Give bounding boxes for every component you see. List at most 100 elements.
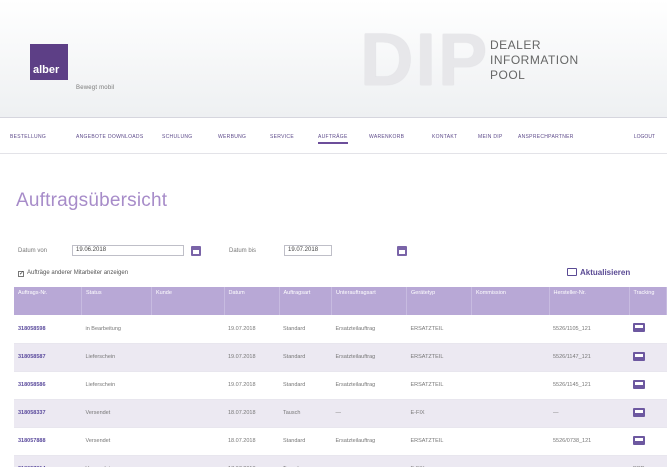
alber-logo[interactable]: alber [30, 44, 68, 80]
order-device-type: ERSATZTEIL [406, 343, 472, 372]
orders-table: Auftrags-Nr. Status Kunde Datum Auftrags… [14, 287, 667, 467]
order-customer [151, 399, 224, 428]
checkbox-label: Aufträge anderer Mitarbeiter anzeigen [27, 270, 129, 276]
order-manufacturer-no: 5526/1145_121 [549, 371, 629, 400]
order-customer [151, 343, 224, 372]
order-type: Standard [279, 427, 332, 456]
order-commission [471, 455, 549, 467]
truck-icon[interactable] [633, 435, 645, 445]
table-row[interactable]: 318057814 Versendet 17.07.2018 Tausch — … [14, 455, 667, 467]
tracking-cell[interactable] [629, 343, 667, 372]
nav-item-mein-dip[interactable]: MEIN DIP [478, 134, 503, 140]
dip-wordmark: DIP [360, 18, 490, 101]
tracking-cell[interactable] [629, 427, 667, 456]
order-device-type: ERSATZTEIL [406, 371, 472, 400]
order-number[interactable]: 318058598 [14, 315, 82, 344]
table-row[interactable]: 318058598 in Bearbeitung 19.07.2018 Stan… [14, 315, 667, 344]
logo-subtitle: Bewegt mobil [76, 85, 115, 91]
order-type: Tausch [279, 455, 332, 467]
order-subtype: Ersatzteilauftrag [331, 343, 407, 372]
refresh-button[interactable]: Aktualisieren [567, 268, 630, 277]
order-commission [471, 399, 549, 428]
order-status: Versendet [81, 455, 152, 467]
order-type: Standard [279, 315, 332, 344]
column-header-manufacturer-no[interactable]: Hersteller-Nr. [549, 287, 630, 315]
order-status: in Bearbeitung [81, 315, 152, 344]
table-row[interactable]: 318058587 Lieferschein 19.07.2018 Standa… [14, 343, 667, 372]
order-status: Lieferschein [81, 343, 152, 372]
truck-icon[interactable] [633, 323, 645, 333]
order-date: 18.07.2018 [224, 399, 279, 428]
order-number[interactable]: 318058337 [14, 399, 82, 428]
table-row[interactable]: 318057888 Versendet 18.07.2018 Standard … [14, 427, 667, 456]
column-header-status[interactable]: Status [81, 287, 152, 315]
refresh-icon [567, 268, 577, 276]
order-status: Versendet [81, 399, 152, 428]
column-header-commission[interactable]: Kommission [471, 287, 550, 315]
order-subtype: — [331, 399, 407, 428]
other-employees-checkbox[interactable]: ✓ Aufträge anderer Mitarbeiter anzeigen [18, 270, 128, 277]
truck-icon[interactable] [633, 407, 645, 417]
dip-sub-line-3: POOL [490, 68, 526, 82]
order-type: Tausch [279, 399, 332, 428]
order-number[interactable]: 318058586 [14, 371, 82, 400]
order-subtype: Ersatzteilauftrag [331, 427, 407, 456]
app-header: alber Bewegt mobil DIP DEALER INFORMATIO… [0, 0, 667, 118]
column-header-sub-order-type[interactable]: Unterauftragsart [331, 287, 407, 315]
dip-sub-line-1: DEALER [490, 38, 542, 52]
logo-text: alber [33, 64, 60, 76]
calendar-icon[interactable] [397, 246, 407, 256]
tracking-cell[interactable] [629, 371, 667, 400]
table-row[interactable]: 318058337 Versendet 18.07.2018 Tausch — … [14, 399, 667, 428]
nav-item-schulung[interactable]: SCHULUNG [162, 134, 192, 140]
order-device-type: ERSATZTEIL [406, 315, 472, 344]
order-date: 18.07.2018 [224, 427, 279, 456]
column-header-customer[interactable]: Kunde [151, 287, 225, 315]
order-number[interactable]: 318057814 [14, 455, 82, 467]
order-device-type: ERSATZTEIL [406, 427, 472, 456]
page-title: Auftragsübersicht [16, 190, 168, 211]
order-subtype: Ersatzteilauftrag [331, 315, 407, 344]
nav-item-werbung[interactable]: WERBUNG [218, 134, 246, 140]
column-header-date[interactable]: Datum [224, 287, 280, 315]
column-header-order-type[interactable]: Auftragsart [279, 287, 332, 315]
order-device-type: E-FIX [406, 399, 472, 428]
checkbox-icon[interactable]: ✓ [18, 271, 24, 277]
date-from-label: Datum von [18, 248, 48, 254]
nav-item-bestellung[interactable]: BESTELLUNG [10, 134, 46, 140]
truck-icon[interactable] [633, 379, 645, 389]
truck-icon[interactable] [633, 351, 645, 361]
nav-item-ansprechpartner[interactable]: ANSPRECHPARTNER [518, 134, 574, 140]
order-number[interactable]: 318058587 [14, 343, 82, 372]
column-header-tracking[interactable]: Tracking [629, 287, 667, 315]
order-type: Standard [279, 371, 332, 400]
logout-link[interactable]: LOGOUT [634, 134, 655, 140]
date-to-field[interactable]: 19.07.2018 [284, 245, 332, 256]
nav-item-kontakt[interactable]: KONTAKT [432, 134, 457, 140]
nav-item-warenkorb[interactable]: WARENKORB [369, 134, 404, 140]
nav-item-angebote[interactable]: ANGEBOTE [76, 134, 106, 140]
order-type: Standard [279, 343, 332, 372]
column-header-device-type[interactable]: Gerätetyp [406, 287, 472, 315]
date-from-field[interactable]: 19.06.2018 [72, 245, 184, 256]
table-header-row: Auftrags-Nr. Status Kunde Datum Auftrags… [14, 287, 667, 315]
tracking-cell[interactable] [629, 315, 667, 344]
nav-item-service[interactable]: SERVICE [270, 134, 294, 140]
nav-item-downloads[interactable]: DOWNLOADS [108, 134, 143, 140]
table-row[interactable]: 318058586 Lieferschein 19.07.2018 Standa… [14, 371, 667, 400]
order-date: 19.07.2018 [224, 371, 279, 400]
order-commission [471, 371, 549, 400]
calendar-icon[interactable] [191, 246, 201, 256]
tracking-cell[interactable]: DPD [629, 455, 667, 467]
order-manufacturer-no: 5526/1105_121 [549, 315, 629, 344]
order-status: Versendet [81, 427, 152, 456]
order-commission [471, 315, 549, 344]
order-number[interactable]: 318057888 [14, 427, 82, 456]
order-commission [471, 343, 549, 372]
order-customer [151, 455, 224, 467]
order-manufacturer-no: — [549, 455, 629, 467]
column-header-order-no[interactable]: Auftrags-Nr. [14, 287, 82, 315]
order-date: 17.07.2018 [224, 455, 279, 467]
nav-item-auftraege[interactable]: AUFTRÄGE [318, 134, 348, 144]
tracking-cell[interactable] [629, 399, 667, 428]
